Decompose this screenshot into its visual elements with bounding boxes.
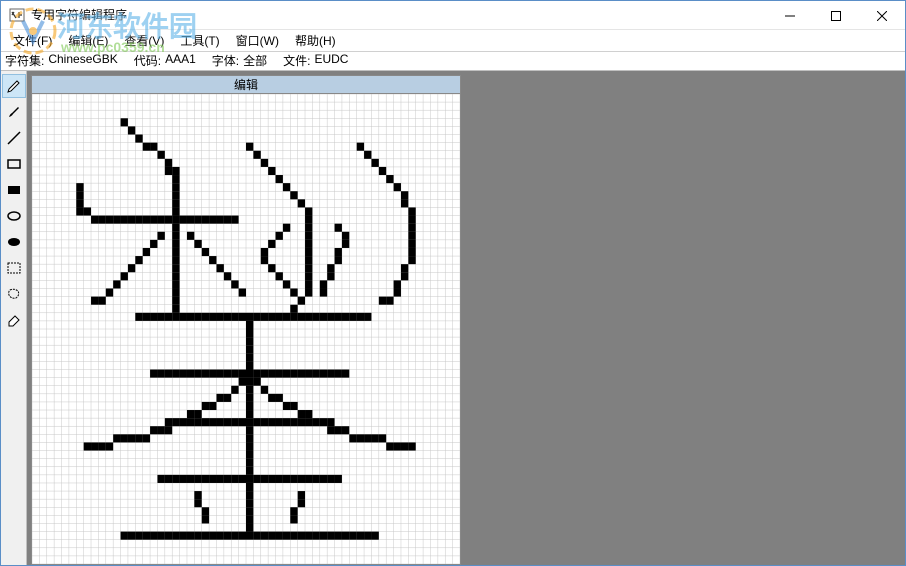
pencil-icon [6,78,22,94]
tool-eraser[interactable] [2,308,26,332]
info-code: 代码: AAA1 [134,52,196,69]
rect-filled-icon [6,182,22,198]
code-value: AAA1 [165,52,196,69]
menu-file[interactable]: 文件(F) [5,30,60,51]
tool-ellipse-outline[interactable] [2,204,26,228]
close-button[interactable] [859,1,905,31]
tool-ellipse-filled[interactable] [2,230,26,254]
menu-tools[interactable]: 工具(T) [172,30,227,51]
free-select-icon [6,286,22,302]
tool-rect-outline[interactable] [2,152,26,176]
brush-icon [6,104,22,120]
menu-bar: 文件(F) 编辑(E) 查看(V) 工具(T) 窗口(W) 帮助(H) [1,30,905,52]
info-charset: 字符集: ChineseGBK [5,52,118,69]
ellipse-outline-icon [6,208,22,224]
info-bar: 字符集: ChineseGBK 代码: AAA1 字体: 全部 文件: EUDC [1,52,905,71]
charset-label: 字符集: [5,52,44,69]
code-label: 代码: [134,52,161,69]
menu-edit[interactable]: 编辑(E) [60,30,116,51]
workspace: 编辑 [1,71,905,565]
font-label: 字体: [212,52,239,69]
menu-view[interactable]: 查看(V) [116,30,172,51]
tool-rect-filled[interactable] [2,178,26,202]
minimize-button[interactable] [767,1,813,31]
canvas-area: 编辑 [27,71,905,565]
ellipse-filled-icon [6,234,22,250]
eraser-icon [6,312,22,328]
title-bar: 专用字符编辑程序 [1,1,905,30]
tool-palette [1,71,27,565]
tool-pencil[interactable] [2,74,26,98]
charset-value: ChineseGBK [48,52,117,69]
rect-select-icon [6,260,22,276]
menu-help[interactable]: 帮助(H) [287,30,344,51]
font-value: 全部 [243,52,267,69]
file-value: EUDC [314,52,348,69]
tool-line[interactable] [2,126,26,150]
info-file: 文件: EUDC [283,52,348,69]
app-icon [9,7,25,23]
editor-title: 编辑 [32,76,460,94]
tool-free-select[interactable] [2,282,26,306]
info-font: 字体: 全部 [212,52,267,69]
tool-brush[interactable] [2,100,26,124]
maximize-button[interactable] [813,1,859,31]
line-icon [6,130,22,146]
app-window: 河东软件园 www.pc0359.cn 专用字符编辑程序 文件(F) 编辑(E)… [0,0,906,566]
file-label: 文件: [283,52,310,69]
rect-outline-icon [6,156,22,172]
pixel-grid-canvas[interactable] [32,94,460,564]
menu-window[interactable]: 窗口(W) [228,30,287,51]
editor-window: 编辑 [31,75,461,565]
tool-rect-select[interactable] [2,256,26,280]
